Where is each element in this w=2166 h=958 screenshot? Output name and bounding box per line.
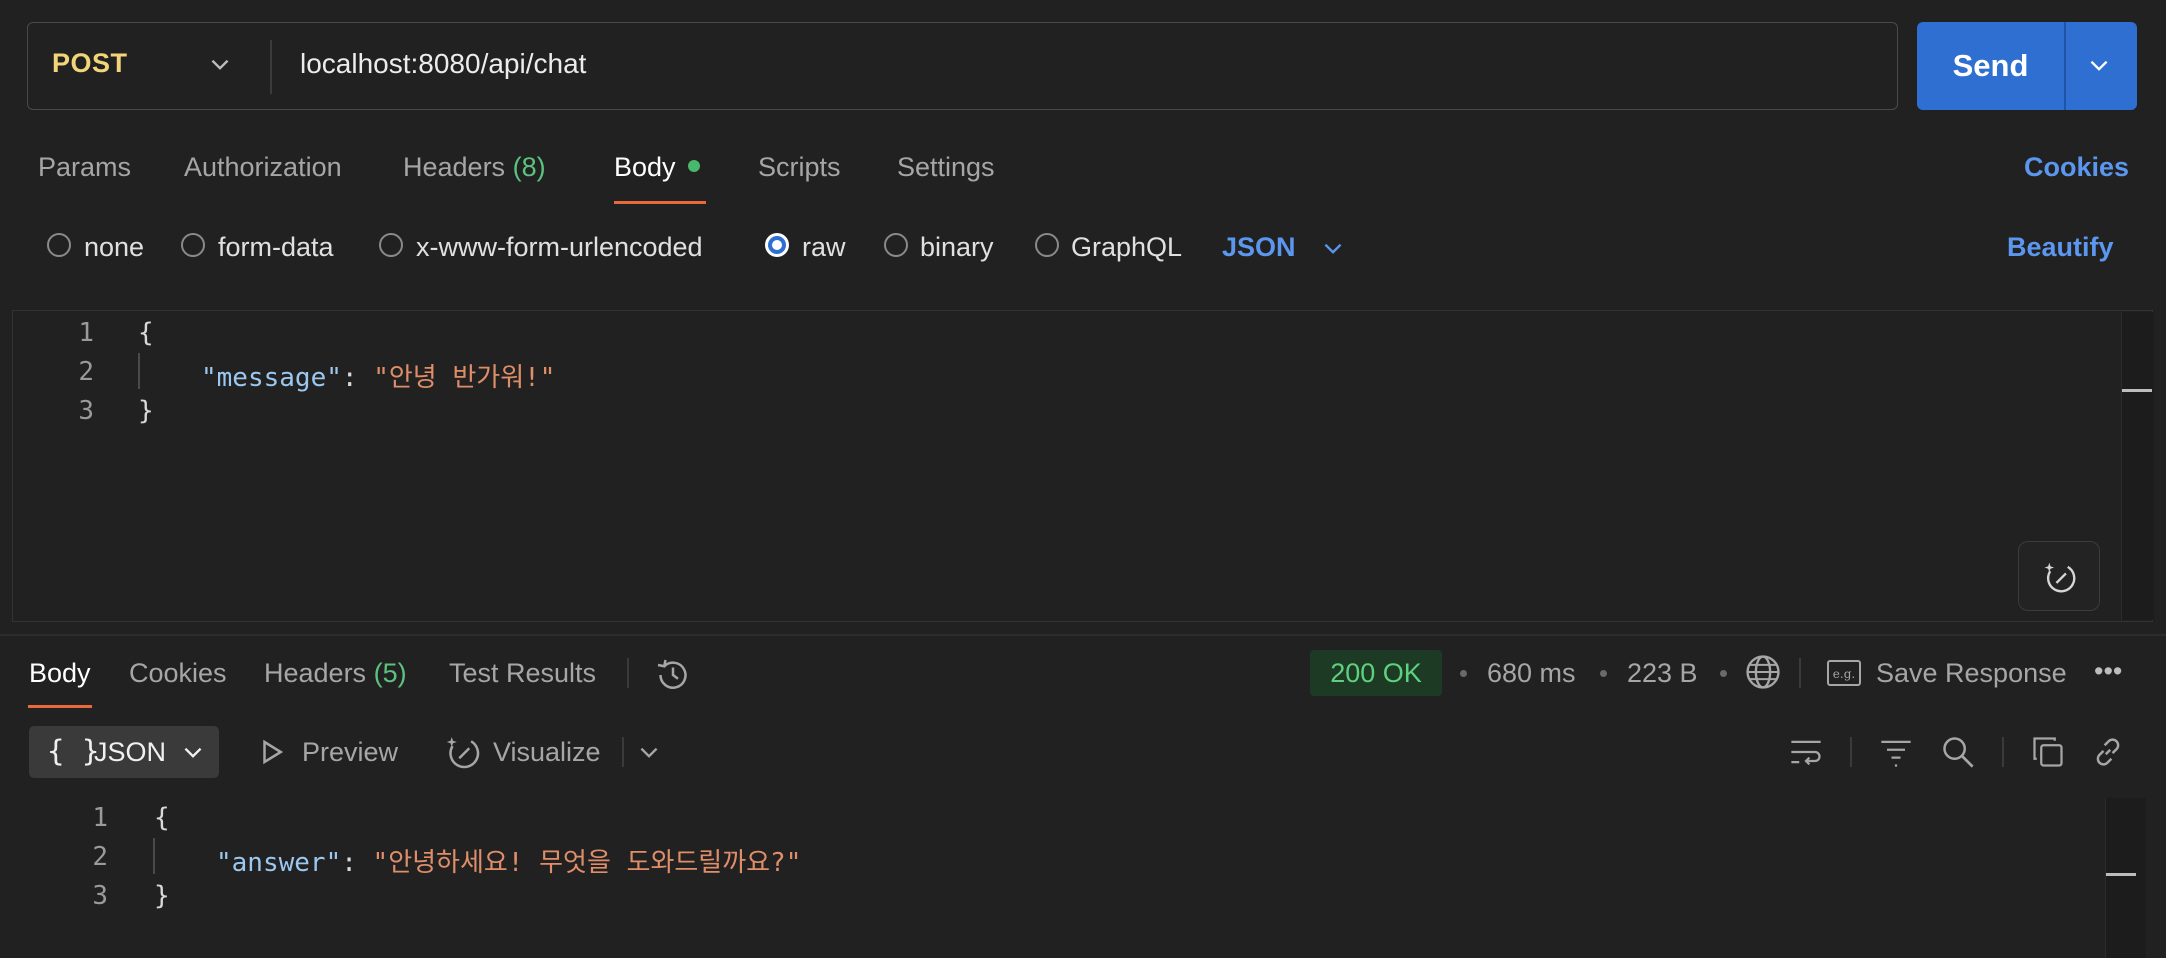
send-divider (2064, 22, 2066, 110)
tab-headers[interactable]: Headers (8) (403, 152, 546, 183)
toolbar-separator (622, 737, 624, 767)
indent-guide (138, 353, 140, 389)
radio-none[interactable] (47, 233, 71, 257)
tab-scripts[interactable]: Scripts (758, 152, 841, 183)
meta-separator-dot (1720, 670, 1727, 677)
code-open-brace: { (138, 318, 154, 348)
response-time[interactable]: 680 ms (1487, 658, 1576, 689)
line-number: 2 (92, 842, 108, 872)
body-modified-dot (687, 159, 700, 172)
tab-params[interactable]: Params (38, 152, 131, 183)
json-colon: : (341, 848, 373, 878)
tab-body-label: Body (614, 152, 676, 182)
url-separator (270, 40, 272, 94)
response-active-tab-indicator (28, 705, 92, 708)
response-format-label[interactable]: JSON (94, 737, 166, 768)
json-value: "안녕 반가워!" (373, 363, 556, 393)
scroll-position-marker (2122, 389, 2152, 392)
scroll-position-marker (2106, 873, 2136, 876)
radio-form-data[interactable] (181, 233, 205, 257)
meta-separator-dot (1600, 670, 1607, 677)
line-number: 3 (92, 881, 108, 911)
toolbar-separator (1799, 658, 1801, 688)
code-line: "message": "안녕 반가워!" (201, 357, 555, 394)
line-number: 3 (78, 396, 94, 426)
radio-urlencoded[interactable] (379, 233, 403, 257)
line-number: 1 (92, 803, 108, 833)
response-tab-cookies[interactable]: Cookies (129, 658, 227, 689)
json-key: "answer" (216, 848, 342, 878)
code-line: "answer": "안녕하세요! 무엇을 도와드릴까요?" (216, 842, 801, 879)
line-number: 2 (78, 357, 94, 387)
tab-headers-label: Headers (403, 152, 506, 182)
code-open-brace: { (154, 803, 170, 833)
link-icon[interactable] (2090, 734, 2126, 770)
radio-none-label[interactable]: none (84, 232, 144, 263)
toolbar-separator (627, 658, 629, 688)
toolbar-separator (1850, 737, 1852, 767)
history-icon[interactable] (653, 655, 693, 695)
more-options-button[interactable]: ••• (2094, 656, 2122, 687)
tab-authorization[interactable]: Authorization (184, 152, 342, 183)
copy-icon[interactable] (2030, 734, 2066, 770)
pane-divider[interactable] (0, 634, 2166, 636)
line-number: 1 (78, 318, 94, 348)
visualize-chevron-icon[interactable] (636, 740, 662, 766)
response-tab-test-results[interactable]: Test Results (449, 658, 596, 689)
editor-scrollbar[interactable] (2121, 312, 2154, 620)
json-braces-icon: { } (47, 734, 100, 768)
json-key: "message" (201, 363, 342, 393)
language-chevron-icon[interactable] (1320, 236, 1346, 262)
code-close-brace: } (138, 396, 154, 426)
meta-separator-dot (1460, 670, 1467, 677)
tab-settings[interactable]: Settings (897, 152, 995, 183)
status-badge[interactable]: 200 OK (1310, 650, 1442, 696)
svg-text:e.g.: e.g. (1833, 667, 1855, 681)
search-icon[interactable] (1940, 734, 1976, 770)
wrap-lines-icon[interactable] (1787, 734, 1825, 770)
indent-guide (153, 838, 155, 874)
filter-icon[interactable] (1878, 734, 1914, 770)
radio-graphql-label[interactable]: GraphQL (1071, 232, 1182, 263)
radio-graphql[interactable] (1035, 233, 1059, 257)
code-close-brace: } (154, 881, 170, 911)
radio-binary[interactable] (884, 233, 908, 257)
json-colon: : (341, 363, 374, 393)
json-value: "안녕하세요! 무엇을 도와드릴까요?" (372, 848, 802, 878)
tab-headers-count: (8) (512, 152, 546, 182)
radio-raw[interactable] (765, 233, 789, 257)
save-response-button[interactable]: Save Response (1876, 658, 2067, 689)
language-select[interactable]: JSON (1222, 232, 1296, 263)
response-scrollbar[interactable] (2105, 798, 2146, 958)
visualize-icon[interactable] (443, 732, 483, 772)
radio-form-data-label[interactable]: form-data (218, 232, 334, 263)
response-tab-headers-label: Headers (264, 658, 367, 688)
format-chevron-icon[interactable] (180, 740, 206, 766)
url-input[interactable]: localhost:8080/api/chat (300, 48, 586, 80)
play-icon[interactable] (257, 736, 287, 768)
beautify-link[interactable]: Beautify (2007, 232, 2114, 263)
visualize-button[interactable]: Visualize (493, 737, 601, 768)
radio-raw-label[interactable]: raw (802, 232, 846, 263)
preview-button[interactable]: Preview (302, 737, 398, 768)
method-select[interactable]: POST (52, 48, 128, 79)
ai-assist-button[interactable] (2018, 541, 2100, 611)
active-tab-indicator (614, 201, 706, 204)
send-options-chevron-icon[interactable] (2086, 53, 2112, 79)
tab-body[interactable]: Body (614, 152, 700, 183)
radio-binary-label[interactable]: binary (920, 232, 994, 263)
cookies-link[interactable]: Cookies (2024, 152, 2129, 183)
save-response-icon[interactable]: e.g. (1826, 656, 1862, 690)
ai-sparkle-icon (2044, 562, 2076, 593)
toolbar-separator (2002, 737, 2004, 767)
response-tab-body[interactable]: Body (29, 658, 91, 689)
send-label[interactable]: Send (1917, 22, 2064, 110)
response-tab-headers-count: (5) (373, 658, 407, 688)
chevron-down-icon[interactable] (207, 52, 233, 78)
globe-icon[interactable] (1744, 653, 1782, 691)
response-size[interactable]: 223 B (1627, 658, 1698, 689)
radio-urlencoded-label[interactable]: x-www-form-urlencoded (416, 232, 703, 263)
response-tab-headers[interactable]: Headers (5) (264, 658, 407, 689)
